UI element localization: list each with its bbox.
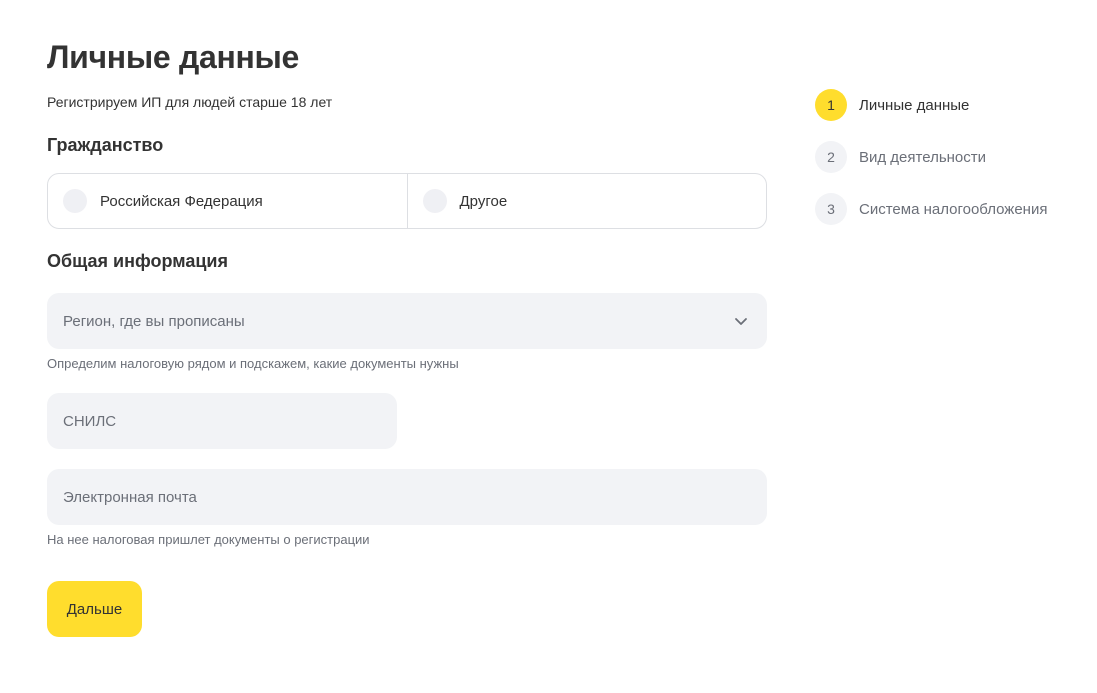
radio-option-other[interactable]: Другое: [406, 174, 767, 228]
snils-field: [47, 393, 397, 449]
radio-label: Другое: [459, 192, 508, 210]
chevron-down-icon[interactable]: [733, 313, 749, 329]
email-field: [47, 469, 767, 525]
step-label: Личные данные: [859, 96, 970, 114]
page-title: Личные данные: [47, 39, 300, 75]
radio-circle[interactable]: [63, 189, 87, 213]
email-hint: На нее налоговая пришлет документы о рег…: [47, 532, 370, 547]
citizenship-radio-group: Российская Федерация Другое: [47, 173, 767, 229]
step-label: Система налогообложения: [859, 200, 1048, 218]
page-subtitle: Регистрируем ИП для людей старше 18 лет: [47, 94, 333, 110]
radio-label: Российская Федерация: [100, 192, 263, 210]
region-hint: Определим налоговую рядом и подскажем, к…: [47, 356, 459, 371]
radio-circle[interactable]: [422, 189, 447, 213]
email-input[interactable]: [63, 488, 767, 506]
citizenship-section-title: Гражданство: [47, 135, 164, 155]
step-activity-type[interactable]: 2 Вид деятельности: [815, 141, 1085, 173]
step-number: 3: [815, 193, 847, 225]
step-number: 1: [815, 89, 847, 121]
step-personal-data[interactable]: 1 Личные данные: [815, 89, 1085, 121]
region-select[interactable]: Регион, где вы прописаны: [47, 293, 767, 349]
step-number: 2: [815, 141, 847, 173]
step-tax-system[interactable]: 3 Система налогообложения: [815, 193, 1085, 225]
radio-option-russian-federation[interactable]: Российская Федерация: [48, 174, 407, 228]
next-button[interactable]: Дальше: [47, 581, 142, 637]
snils-input[interactable]: [63, 412, 397, 430]
steps-list: 1 Личные данные 2 Вид деятельности 3 Сис…: [815, 89, 1085, 245]
step-label: Вид деятельности: [859, 148, 987, 166]
general-info-section-title: Общая информация: [47, 251, 228, 271]
region-select-placeholder: Регион, где вы прописаны: [63, 312, 245, 330]
